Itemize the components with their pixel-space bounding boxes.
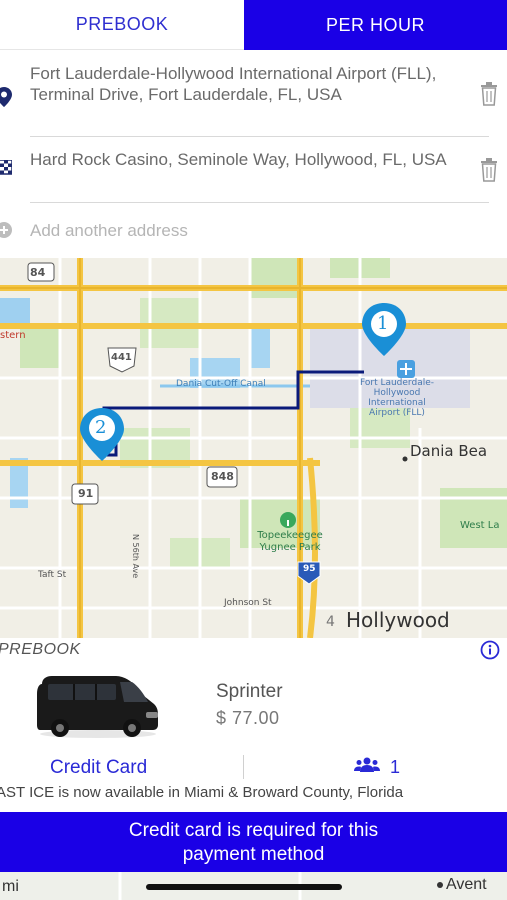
vehicle-price: $ 77.00 — [216, 708, 280, 728]
hwy-441-label: 441 — [111, 352, 132, 363]
hwy-848-label: 848 — [211, 470, 234, 483]
banner-line-2: payment method — [182, 844, 325, 865]
credit-card-required-banner[interactable]: Credit card is required for this payment… — [0, 812, 507, 872]
hwy-95-label: 95 — [303, 564, 316, 574]
map-label-hollywood: Hollywood — [346, 608, 450, 632]
map-label-park: Topeekeegee Yugnee Park — [257, 530, 323, 553]
map-label-canal: Dania Cut-Off Canal — [176, 379, 266, 389]
dropoff-address-text[interactable]: Hard Rock Casino, Seminole Way, Hollywoo… — [30, 149, 470, 170]
delete-pickup-trash-icon[interactable] — [479, 82, 499, 111]
home-indicator[interactable] — [146, 884, 342, 890]
checkered-flag-icon — [0, 159, 13, 181]
prebook-card-header: PREBOOK — [0, 638, 507, 664]
map-label-johnson: Johnson St — [224, 598, 272, 608]
payment-row: Credit Card 1 — [0, 753, 507, 783]
prebook-card-title: PREBOOK — [0, 641, 81, 658]
pickup-pin-icon — [0, 87, 12, 112]
hwy-91-label: 91 — [78, 487, 94, 500]
route-map[interactable]: 84 441 848 91 95 stern Dania Cut-Off Can… — [0, 258, 507, 638]
passengers-icon — [354, 757, 380, 778]
banner-line-1: Credit card is required for this — [128, 820, 379, 841]
passenger-count-selector[interactable]: 1 — [354, 757, 400, 778]
delete-dropoff-trash-icon[interactable] — [479, 158, 499, 187]
info-icon[interactable] — [480, 640, 500, 665]
tab-prebook[interactable]: PREBOOK — [0, 0, 244, 50]
add-address-row[interactable]: Add another address — [0, 216, 507, 246]
sprinter-van-image — [34, 670, 160, 740]
service-notice-marquee: AST ICE is now available in Miami & Brow… — [0, 784, 404, 801]
route-marker-1-number: 1 — [377, 313, 389, 334]
divider — [243, 755, 244, 779]
park-tree-icon — [280, 512, 296, 528]
bottom-map-label-right: Avent — [446, 876, 487, 893]
add-circle-icon[interactable] — [0, 222, 12, 243]
passenger-count: 1 — [390, 757, 401, 777]
vehicle-name: Sprinter — [216, 681, 283, 702]
map-label-west-la: West La — [460, 520, 500, 531]
map-label-taft: Taft St — [38, 570, 67, 580]
hwy-84-label: 84 — [30, 266, 46, 279]
map-label-airport: Fort Lauderdale-Hollywood International … — [360, 378, 434, 418]
map-label-western: stern — [0, 330, 26, 341]
map-label-sheridan: 4 — [326, 614, 335, 630]
dropoff-address-row[interactable]: Hard Rock Casino, Seminole Way, Hollywoo… — [0, 146, 507, 204]
pickup-address-text[interactable]: Fort Lauderdale-Hollywood International … — [30, 63, 470, 105]
airport-plane-icon — [397, 360, 415, 378]
map-label-56th-ave: N 56th Ave — [131, 534, 140, 579]
map-label-dania: Dania Bea — [410, 442, 488, 460]
payment-method-selector[interactable]: Credit Card — [50, 757, 147, 779]
route-marker-2-number: 2 — [95, 417, 107, 438]
tab-per-hour[interactable]: PER HOUR — [244, 0, 507, 50]
add-address-input[interactable]: Add another address — [30, 220, 470, 241]
pickup-address-row[interactable]: Fort Lauderdale-Hollywood International … — [0, 60, 507, 138]
booking-type-tabs: PREBOOK PER HOUR — [0, 0, 507, 50]
bottom-map-label-left: mi — [2, 878, 19, 895]
divider — [30, 136, 489, 137]
divider — [30, 202, 489, 203]
